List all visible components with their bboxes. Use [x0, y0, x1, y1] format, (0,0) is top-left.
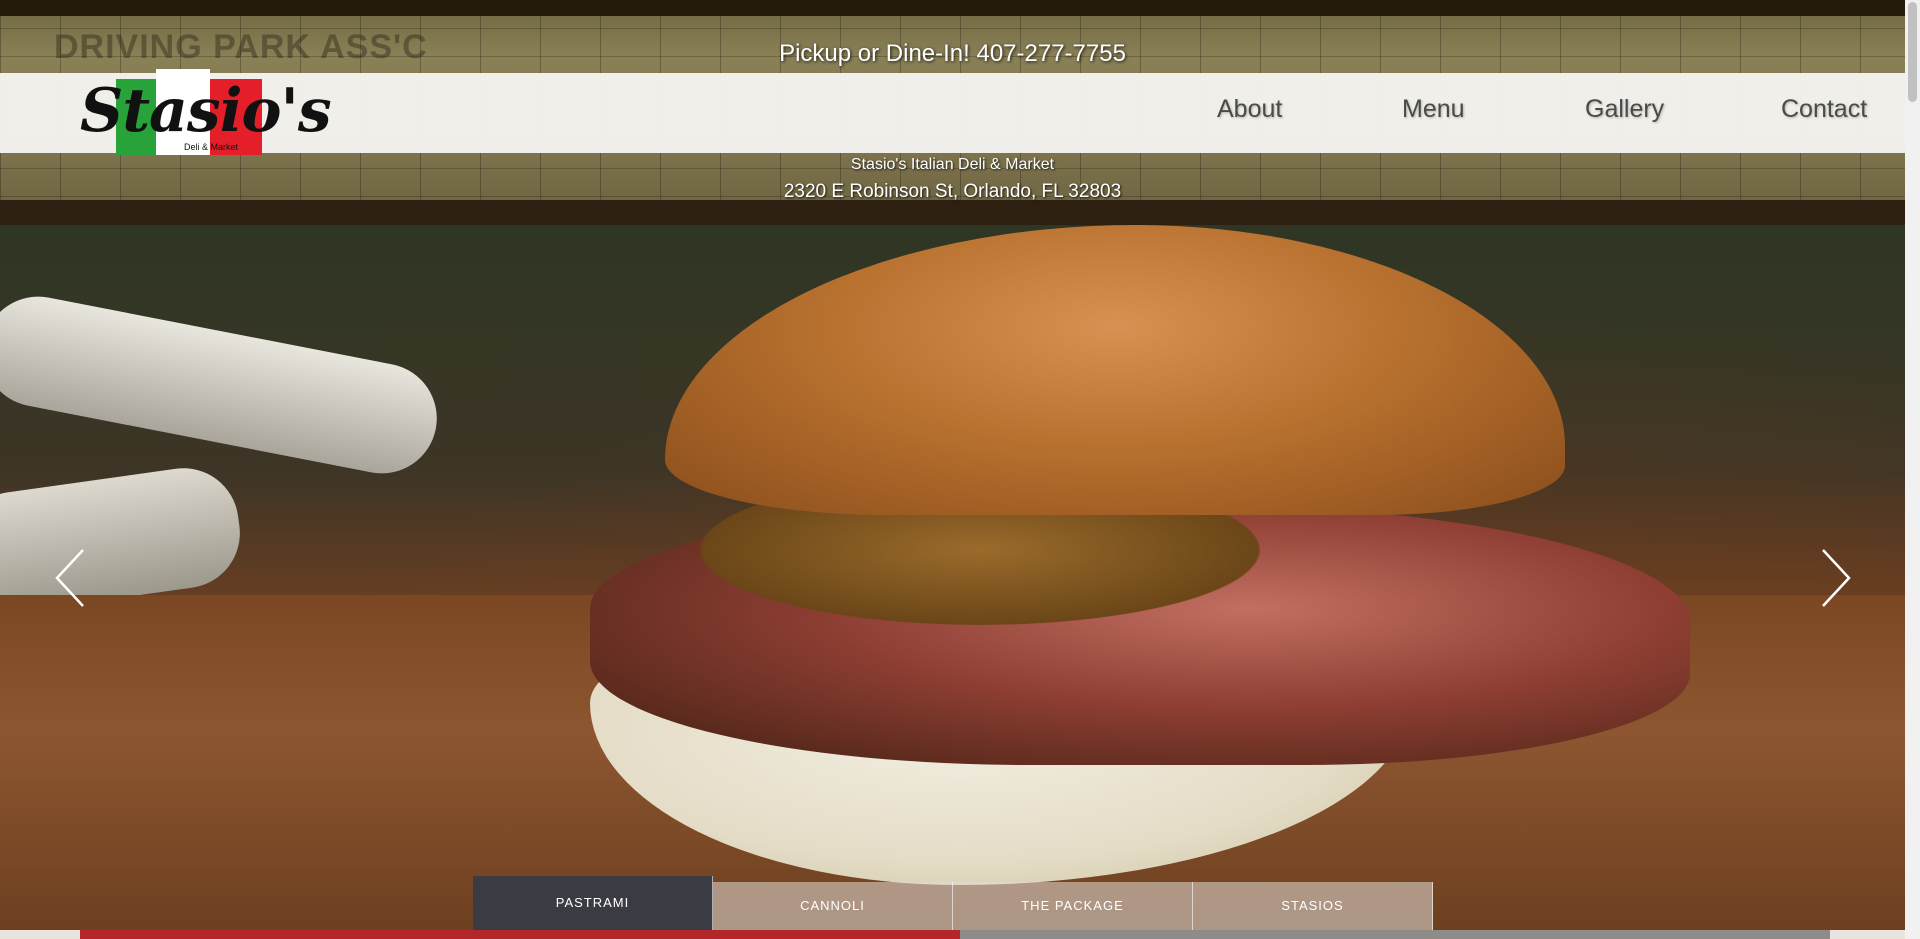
hero-slideshow [0, 225, 1905, 930]
preview-gray-panel [960, 930, 1830, 939]
hero-birch-log [0, 287, 447, 483]
chevron-right-icon[interactable] [1815, 546, 1855, 610]
nav-item-about[interactable]: About [1217, 95, 1282, 124]
preview-red-panel [80, 930, 960, 939]
nav-item-contact[interactable]: Contact [1781, 95, 1867, 124]
nav-item-menu[interactable]: Menu [1402, 95, 1465, 124]
tab-the-package[interactable]: THE PACKAGE [953, 882, 1193, 930]
map-bottom-stripe [0, 200, 1905, 225]
next-section-preview [0, 930, 1905, 939]
scrollbar-thumb[interactable] [1908, 2, 1917, 102]
nav-item-gallery[interactable]: Gallery [1585, 95, 1664, 124]
business-name: Stasio's Italian Deli & Market [850, 156, 1055, 173]
map-top-stripe [0, 0, 1905, 16]
chevron-left-icon[interactable] [51, 546, 91, 610]
page-scrollbar[interactable] [1905, 0, 1920, 939]
tab-stasios[interactable]: STASIOS [1193, 882, 1433, 930]
slideshow-tabs: PASTRAMI CANNOLI THE PACKAGE STASIOS [473, 876, 1433, 930]
phone-banner: Pickup or Dine-In! 407-277-7755 [779, 40, 1126, 67]
logo-tagline: Deli & Market [184, 142, 239, 152]
logo[interactable]: Stasio's Deli & Market [80, 69, 332, 159]
logo-script: Stasio's [80, 76, 332, 146]
tab-cannoli[interactable]: CANNOLI [713, 882, 953, 930]
hero-bun [665, 225, 1565, 515]
tab-pastrami[interactable]: PASTRAMI [473, 876, 713, 930]
business-address: 2320 E Robinson St, Orlando, FL 32803 [783, 181, 1122, 202]
